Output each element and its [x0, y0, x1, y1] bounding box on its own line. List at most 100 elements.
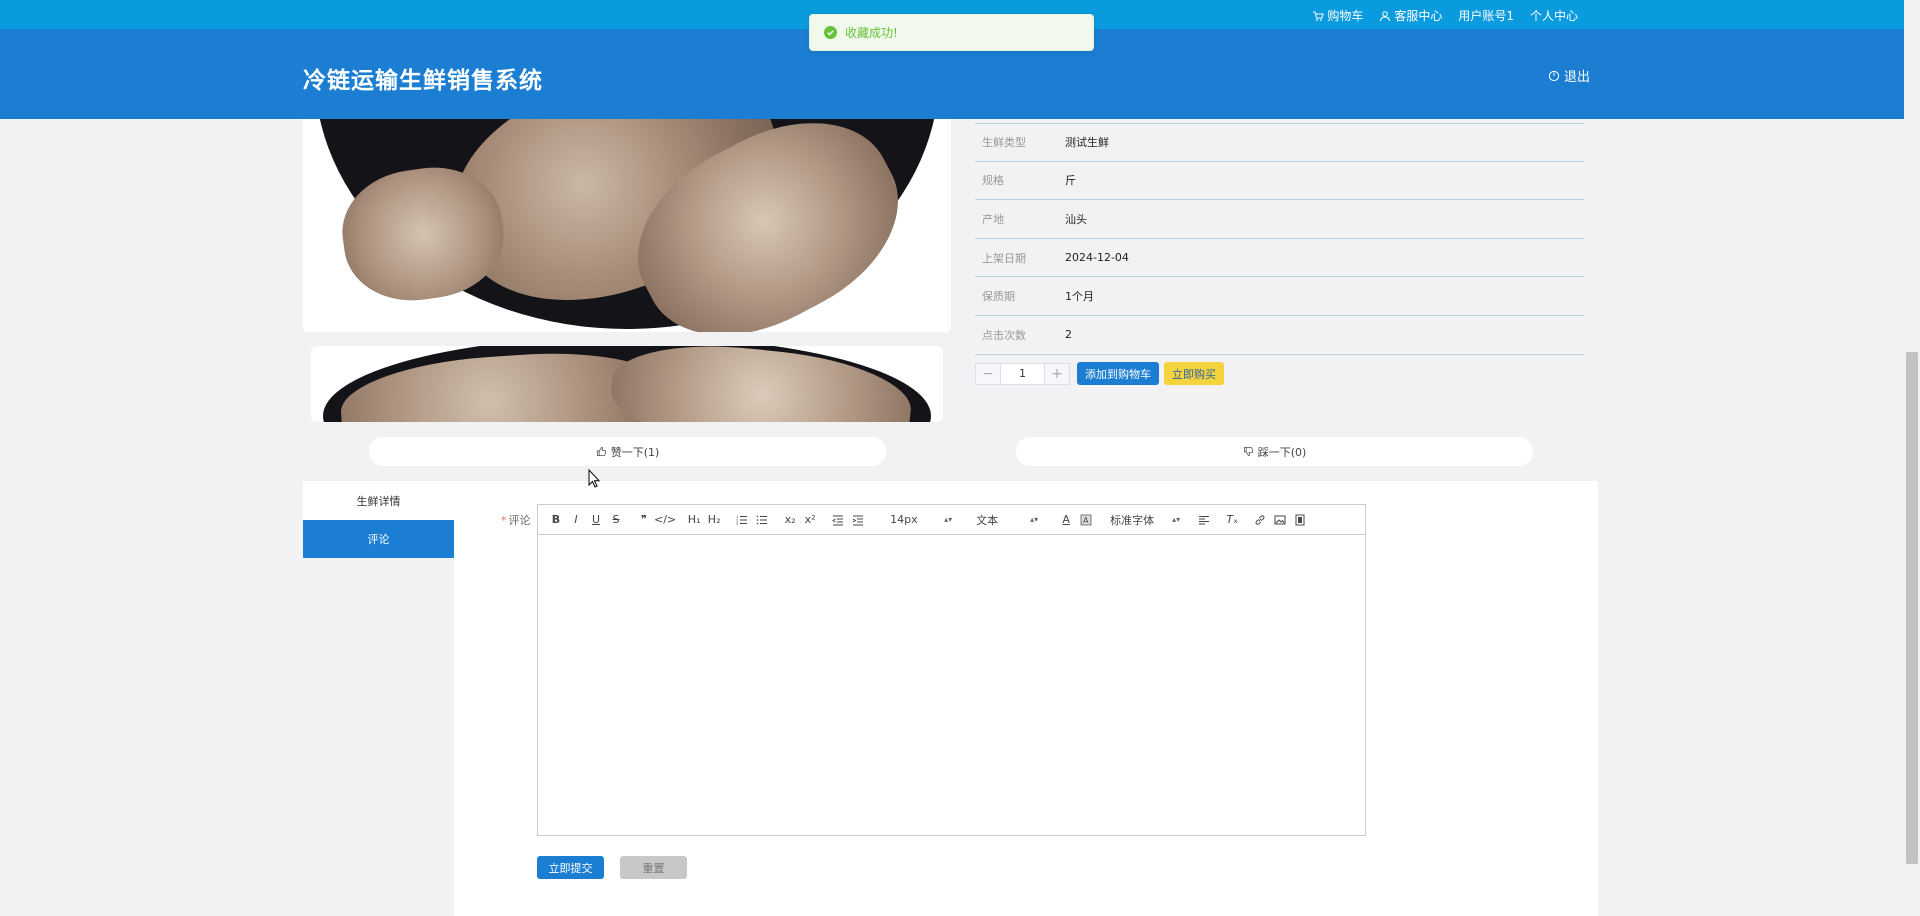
product-thumbnail[interactable] [311, 346, 943, 422]
info-label: 产地 [982, 212, 1004, 226]
info-value: 1个月 [1065, 290, 1094, 304]
info-row-clicks: 点击次数 2 [975, 316, 1584, 355]
profile-link[interactable]: 个人中心 [1530, 7, 1578, 24]
code-button[interactable]: </> [654, 511, 676, 529]
dislike-button[interactable]: 踩一下(0) [1016, 437, 1533, 466]
scrollbar-thumb[interactable] [1906, 352, 1918, 864]
link-button[interactable] [1250, 511, 1270, 529]
info-label: 规格 [982, 174, 1004, 188]
thumbs-up-icon [596, 446, 606, 457]
dislike-label: 踩一下(0) [1257, 445, 1307, 459]
logout-label: 退出 [1564, 70, 1591, 85]
heading-select[interactable]: 文本 ▴▾ [976, 512, 1038, 528]
check-circle-icon [824, 26, 837, 39]
tab-comments[interactable]: 评论 [303, 520, 454, 558]
svg-text:3: 3 [736, 522, 738, 526]
decrement-button[interactable]: − [976, 363, 1000, 384]
top-links: 购物车 客服中心 用户账号1 个人中心 [1312, 7, 1578, 24]
font-size-value: 14px [890, 513, 918, 526]
tab-details[interactable]: 生鲜详情 [303, 481, 454, 520]
highlight-icon: A [1080, 514, 1092, 525]
power-icon [1548, 70, 1560, 81]
video-icon [1295, 514, 1305, 525]
logout-button[interactable]: 退出 [1548, 66, 1590, 85]
comment-textarea[interactable] [538, 535, 1365, 835]
increment-button[interactable]: + [1045, 363, 1069, 384]
link-icon [1255, 514, 1265, 525]
ordered-list-button[interactable]: 123 [732, 511, 752, 529]
info-row-date: 上架日期 2024-12-04 [975, 239, 1584, 278]
success-toast: 收藏成功! [809, 14, 1094, 51]
info-value: 斤 [1065, 174, 1076, 188]
submit-button[interactable]: 立即提交 [537, 856, 604, 879]
info-value: 测试生鲜 [1065, 136, 1109, 150]
align-left-icon [1199, 515, 1210, 524]
info-row-type: 生鲜类型 测试生鲜 [975, 123, 1584, 162]
thumbs-down-icon [1243, 446, 1253, 457]
detail-tabs: 生鲜详情 评论 [303, 481, 454, 558]
strike-button[interactable]: S [606, 511, 626, 529]
profile-link-label: 个人中心 [1529, 9, 1578, 23]
ordered-list-icon: 123 [736, 515, 748, 526]
image-icon [1274, 515, 1286, 524]
bold-button[interactable]: B [546, 511, 566, 529]
outdent-button[interactable] [828, 511, 848, 529]
quantity-input[interactable]: 1 [1000, 363, 1045, 384]
mouse-cursor-icon [588, 469, 601, 488]
info-label: 保质期 [982, 290, 1015, 304]
account-link-label: 用户账号1 [1458, 9, 1514, 23]
reset-button[interactable]: 重置 [620, 856, 687, 879]
toast-message: 收藏成功! [845, 26, 898, 40]
product-info-table: 生鲜类型 测试生鲜 规格 斤 产地 汕头 上架日期 2024-12-04 保质期… [975, 123, 1584, 355]
info-label: 点击次数 [982, 328, 1026, 342]
product-image [303, 119, 951, 332]
font-size-select[interactable]: 14px ▴▾ [890, 513, 952, 526]
info-value: 2 [1065, 328, 1072, 342]
italic-button[interactable]: I [566, 511, 586, 529]
info-row-origin: 产地 汕头 [975, 200, 1584, 239]
info-label: 生鲜类型 [982, 136, 1026, 150]
video-button[interactable] [1290, 511, 1310, 529]
quote-button[interactable]: ❞ [634, 511, 654, 529]
buy-row: − 1 + 添加到购物车 立即购买 [975, 362, 1224, 385]
align-button[interactable] [1194, 511, 1214, 529]
info-label: 上架日期 [982, 251, 1026, 265]
service-link-label: 客服中心 [1394, 9, 1443, 23]
like-label: 赞一下(1) [610, 445, 660, 459]
buy-now-button[interactable]: 立即购买 [1164, 362, 1224, 385]
comment-editor: B I U S ❞ </> H₁ H₂ 123 x₂ x² 14px ▴▾ 文本 ▴… [537, 504, 1366, 836]
info-row-shelf-life: 保质期 1个月 [975, 277, 1584, 316]
svg-text:A: A [1083, 516, 1089, 525]
font-family-select[interactable]: 标准字体 ▴▾ [1110, 512, 1180, 528]
like-button[interactable]: 赞一下(1) [369, 437, 886, 466]
cart-link[interactable]: 购物车 [1312, 7, 1363, 24]
indent-button[interactable] [848, 511, 868, 529]
background-color-button[interactable]: A [1076, 511, 1096, 529]
outdent-icon [832, 515, 844, 525]
bullet-list-icon [756, 515, 768, 524]
underline-button[interactable]: U [586, 511, 606, 529]
user-icon [1380, 10, 1391, 21]
clear-format-button[interactable]: Tₓ [1222, 511, 1242, 529]
font-family-value: 标准字体 [1110, 513, 1155, 527]
bullet-list-button[interactable] [752, 511, 772, 529]
cart-icon [1313, 11, 1324, 21]
heading-value: 文本 [976, 513, 999, 527]
cart-link-label: 购物车 [1327, 9, 1364, 23]
indent-icon [852, 515, 864, 525]
info-row-spec: 规格 斤 [975, 162, 1584, 201]
account-link[interactable]: 用户账号1 [1458, 7, 1514, 24]
editor-toolbar: B I U S ❞ </> H₁ H₂ 123 x₂ x² 14px ▴▾ 文本 ▴… [538, 505, 1365, 535]
superscript-button[interactable]: x² [800, 511, 820, 529]
subscript-button[interactable]: x₂ [780, 511, 800, 529]
info-value: 汕头 [1065, 212, 1087, 226]
font-color-button[interactable]: A [1056, 511, 1076, 529]
image-button[interactable] [1270, 511, 1290, 529]
add-to-cart-button[interactable]: 添加到购物车 [1077, 362, 1159, 385]
service-link[interactable]: 客服中心 [1379, 7, 1442, 24]
site-title: 冷链运输生鲜销售系统 [303, 68, 543, 94]
comment-label-text: 评论 [508, 514, 531, 527]
comment-label: * 评论 [501, 514, 531, 527]
h2-button[interactable]: H₂ [704, 511, 724, 529]
h1-button[interactable]: H₁ [684, 511, 704, 529]
